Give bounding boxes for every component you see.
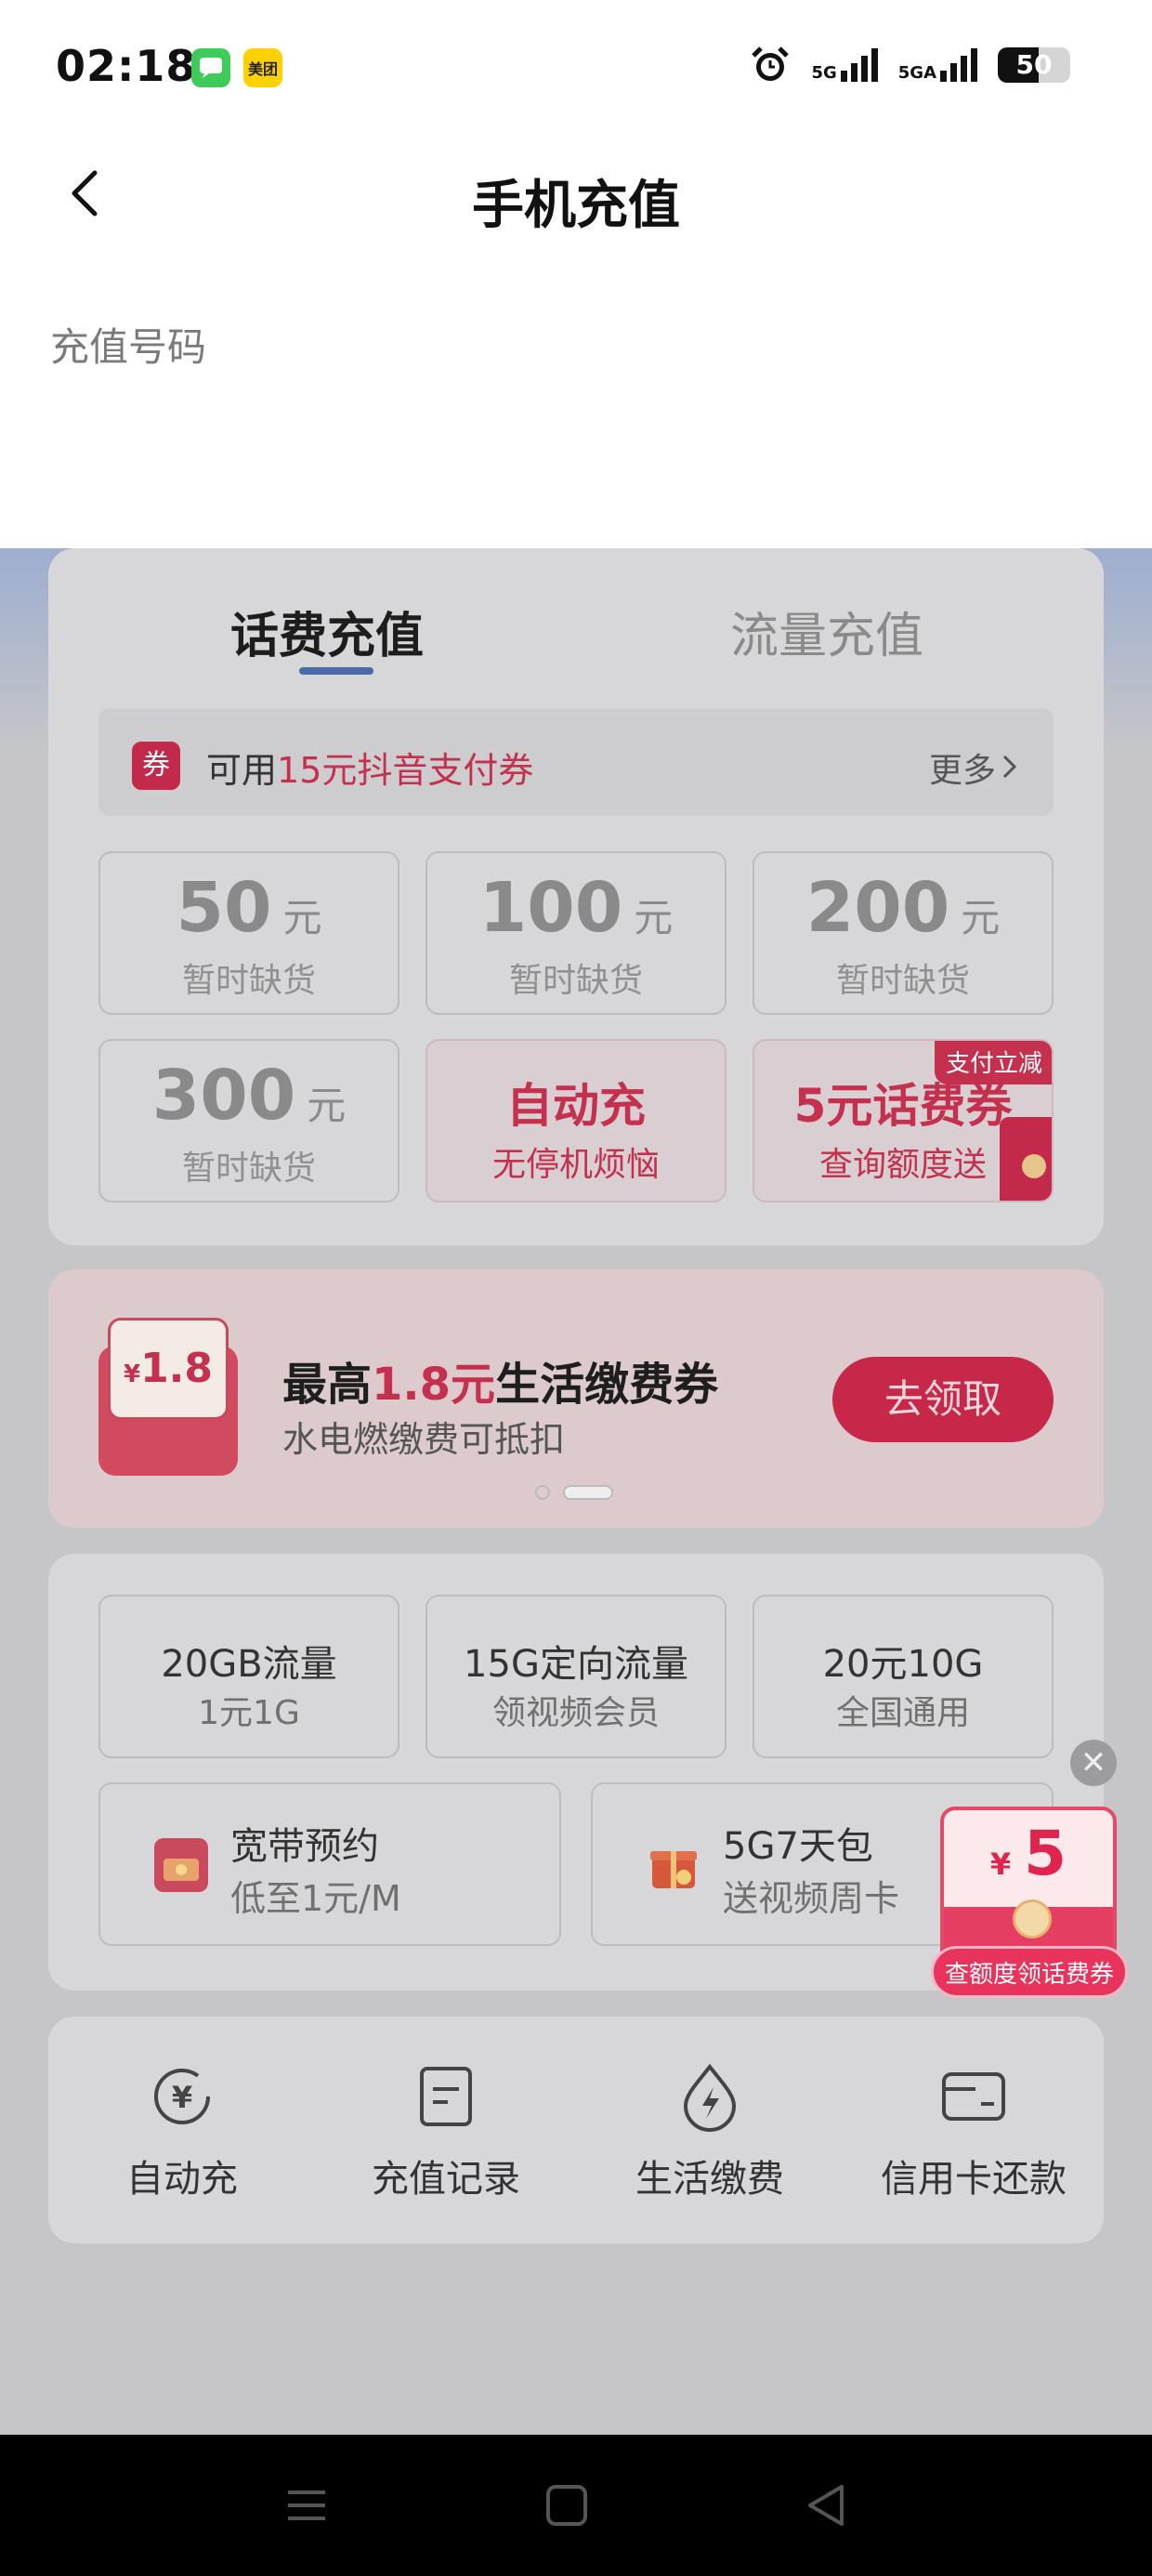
chevron-right-icon bbox=[1002, 755, 1017, 779]
package-option[interactable]: 15G定向流量 领视频会员 bbox=[425, 1595, 727, 1758]
stock-status: 暂时缺货 bbox=[835, 962, 970, 1000]
voucher-tile[interactable]: 5元话费券 查询额度送 支付立减 bbox=[753, 1039, 1054, 1203]
credit-card-icon bbox=[942, 2072, 1005, 2121]
utility-bolt-icon bbox=[683, 2063, 737, 2132]
amount-option[interactable]: 50 元 暂时缺货 bbox=[98, 851, 399, 1015]
broadband-envelope-icon bbox=[154, 1838, 208, 1892]
banner-subline: 水电燃缴费可抵扣 bbox=[282, 1419, 566, 1460]
quick-utility-payment[interactable]: 生活缴费 bbox=[580, 2061, 840, 2202]
amount-option[interactable]: 200 元 暂时缺货 bbox=[753, 851, 1054, 1015]
stock-status: 暂时缺货 bbox=[508, 962, 643, 1000]
page-title: 手机充值 bbox=[472, 176, 680, 236]
auto-recharge-icon: ¥ bbox=[154, 2069, 210, 2124]
tab-phone-bill[interactable]: 话费充值 bbox=[230, 597, 424, 666]
red-envelope-icon: ¥1.8 bbox=[98, 1318, 238, 1476]
package-option[interactable]: 20GB流量 1元1G bbox=[98, 1595, 399, 1758]
coin-icon bbox=[1013, 1899, 1052, 1939]
status-time: 02:18 bbox=[56, 41, 197, 91]
system-nav-bar bbox=[0, 2435, 1152, 2576]
corner-badge: 支付立减 bbox=[934, 1041, 1052, 1084]
coupon-tag-icon: 券 bbox=[132, 742, 180, 790]
package-option[interactable]: 20元10G 全国通用 bbox=[753, 1595, 1054, 1758]
coupon-more[interactable]: 更多 bbox=[929, 743, 996, 792]
quick-entries: ¥ 自动充 充值记录 生活缴费 信用卡还款 bbox=[48, 2017, 1104, 2243]
tab-data[interactable]: 流量充值 bbox=[730, 597, 923, 666]
back-icon[interactable] bbox=[799, 2477, 855, 2533]
alarm-icon bbox=[752, 46, 790, 81]
phone-number-label: 充值号码 bbox=[50, 324, 207, 370]
signal-1-icon: 5G bbox=[811, 48, 878, 82]
carousel-dots bbox=[535, 1485, 613, 1500]
battery-icon: 50 bbox=[998, 47, 1070, 83]
menu-icon[interactable] bbox=[279, 2477, 334, 2533]
gift-box-icon bbox=[647, 1838, 700, 1892]
quick-credit-card[interactable]: 信用卡还款 bbox=[844, 2061, 1104, 2202]
phone-number-section[interactable]: 充值号码 bbox=[0, 251, 1152, 548]
signal-2-icon: 5GA bbox=[898, 48, 977, 82]
amount-option[interactable]: 100 元 暂时缺货 bbox=[425, 851, 727, 1015]
float-close-button[interactable]: ✕ bbox=[1070, 1740, 1117, 1786]
meituan-icon: 美团 bbox=[243, 48, 282, 87]
stock-status: 暂时缺货 bbox=[181, 1150, 316, 1188]
claim-button[interactable]: 去领取 bbox=[832, 1357, 1054, 1442]
promo-banner[interactable]: ¥1.8 最高1.8元生活缴费券 水电燃缴费可抵扣 去领取 bbox=[48, 1269, 1104, 1528]
broadband-option[interactable]: 宽带预约 低至1元/M bbox=[98, 1782, 561, 1946]
coupon-bar[interactable]: 券 可用15元抖音支付券 更多 bbox=[98, 708, 1054, 816]
messages-icon bbox=[191, 48, 230, 87]
record-doc-icon bbox=[420, 2067, 472, 2126]
amount-option[interactable]: 300 元 暂时缺货 bbox=[98, 1039, 399, 1203]
status-bar: 02:18 美团 5G 5GA 50 bbox=[0, 0, 1152, 139]
stock-status: 暂时缺货 bbox=[181, 962, 316, 1000]
quick-recharge-record[interactable]: 充值记录 bbox=[316, 2061, 576, 2202]
tab-underline bbox=[299, 667, 373, 675]
recharge-card: 话费充值 流量充值 券 可用15元抖音支付券 更多 50 元 暂时缺货 100 元 … bbox=[48, 548, 1104, 1245]
banner-headline: 最高1.8元生活缴费券 bbox=[282, 1359, 719, 1411]
coupon-highlight: 15元抖音支付券 bbox=[277, 750, 534, 791]
svg-text:¥: ¥ bbox=[172, 2080, 192, 2115]
floating-voucher-tag[interactable]: 查额度领话费券 bbox=[931, 1946, 1128, 1998]
auto-recharge-tile[interactable]: 自动充 无停机烦恼 bbox=[425, 1039, 727, 1203]
quick-auto-recharge[interactable]: ¥ 自动充 bbox=[52, 2061, 312, 2202]
coupon-text: 可用15元抖音支付券 bbox=[206, 750, 534, 791]
home-icon[interactable] bbox=[539, 2477, 595, 2533]
status-indicators: 5G 5GA 50 bbox=[750, 45, 1070, 85]
nav-bar: 手机充值 bbox=[0, 139, 1152, 251]
